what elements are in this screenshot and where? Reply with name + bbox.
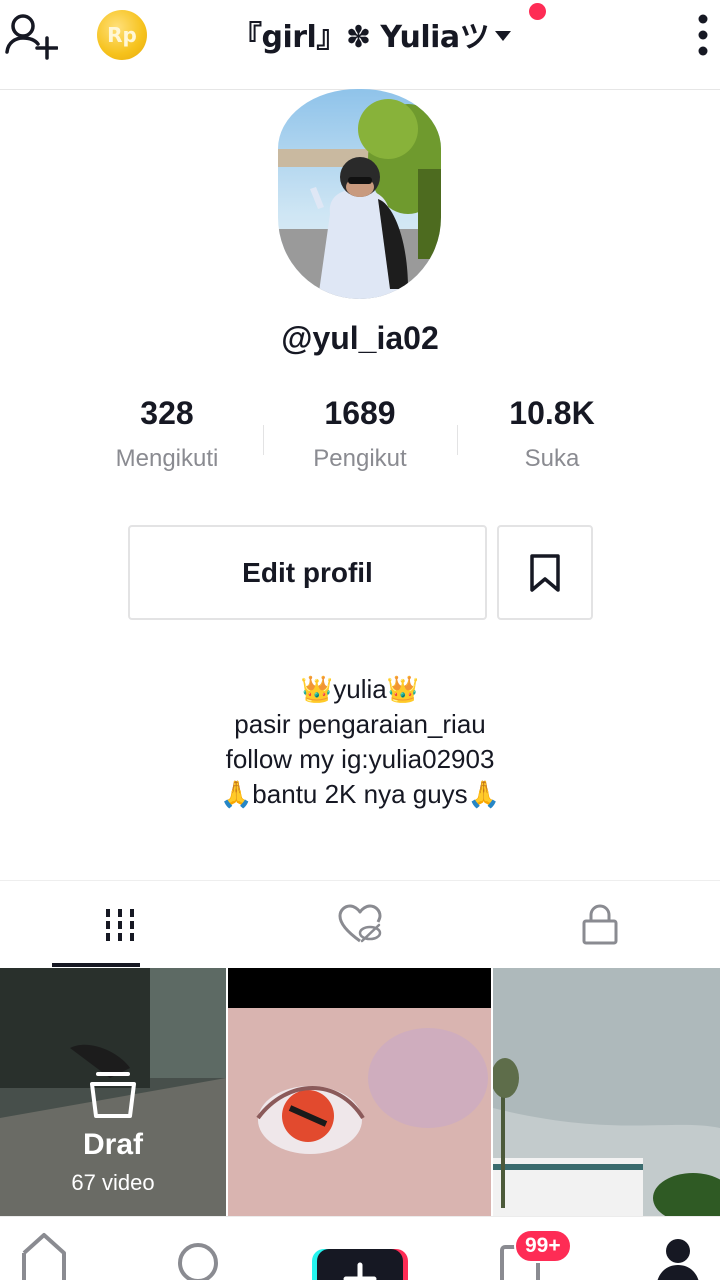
bio-line: 🙏bantu 2K nya guys🙏: [219, 779, 501, 809]
draft-overlay: Draf 67 video: [0, 968, 226, 1218]
likes-label: Suka: [524, 445, 580, 472]
avatar[interactable]: [278, 89, 441, 299]
following-count: 328: [140, 395, 194, 431]
stat-followers[interactable]: 1689 Pengikut: [260, 395, 460, 473]
caret-down-icon: [495, 31, 512, 41]
tab-videos[interactable]: [0, 881, 240, 969]
private-lock-icon: [582, 904, 618, 945]
bookmark-button[interactable]: [497, 525, 593, 620]
top-bar: Rp 『girl』✽ Yuliaツ: [0, 0, 720, 90]
profile-icon: [657, 1239, 699, 1280]
video-tile[interactable]: [228, 968, 491, 1218]
tab-private[interactable]: [480, 881, 720, 969]
coin-icon[interactable]: Rp: [97, 10, 147, 60]
video-grid: Draf 67 video: [0, 968, 720, 1218]
likes-count: 10.8K: [509, 395, 595, 431]
profile-tabs: [0, 880, 720, 968]
stat-likes[interactable]: 10.8K Suka: [452, 395, 652, 473]
bookmark-icon: [530, 553, 560, 592]
more-options-icon[interactable]: [688, 10, 718, 60]
video-thumbnail: [228, 968, 491, 1218]
draft-label: Draf: [82, 1128, 143, 1161]
stat-following[interactable]: 328 Mengikuti: [67, 395, 267, 473]
add-friend-icon[interactable]: [4, 8, 58, 62]
nav-discover[interactable]: [150, 1217, 250, 1280]
followers-label: Pengikut: [313, 445, 407, 472]
active-tab-indicator: [52, 963, 140, 967]
draft-count: 67 video: [71, 1170, 155, 1195]
nav-profile[interactable]: [628, 1217, 720, 1280]
inbox-badge: 99+: [514, 1229, 572, 1263]
tab-liked[interactable]: [240, 881, 480, 969]
nav-home[interactable]: [0, 1217, 94, 1280]
bio-line: pasir pengaraian_riau: [234, 709, 486, 739]
account-switcher[interactable]: 『girl』✽ Yuliaツ: [232, 6, 512, 62]
video-tile[interactable]: [493, 968, 720, 1218]
video-thumbnail: [493, 968, 720, 1218]
draft-tile[interactable]: Draf 67 video: [0, 968, 226, 1218]
following-label: Mengikuti: [115, 445, 219, 472]
liked-hidden-icon: [338, 904, 382, 943]
home-icon: [22, 1233, 66, 1280]
draft-trash-icon: [90, 1072, 136, 1118]
videos-grid-icon: [106, 909, 134, 941]
bio: 👑yulia👑 pasir pengaraian_riau follow my …: [0, 672, 720, 812]
search-icon: [178, 1243, 218, 1280]
create-video-button[interactable]: [312, 1249, 408, 1280]
notification-dot: [529, 3, 546, 20]
edit-profile-button[interactable]: Edit profil: [128, 525, 487, 620]
username: @yul_ia02: [281, 320, 439, 356]
account-title: 『girl』✽ Yuliaツ: [232, 20, 490, 55]
followers-count: 1689: [324, 395, 396, 431]
bio-line: 👑yulia👑: [300, 674, 420, 704]
bio-line: follow my ig:yulia02903: [225, 744, 495, 774]
